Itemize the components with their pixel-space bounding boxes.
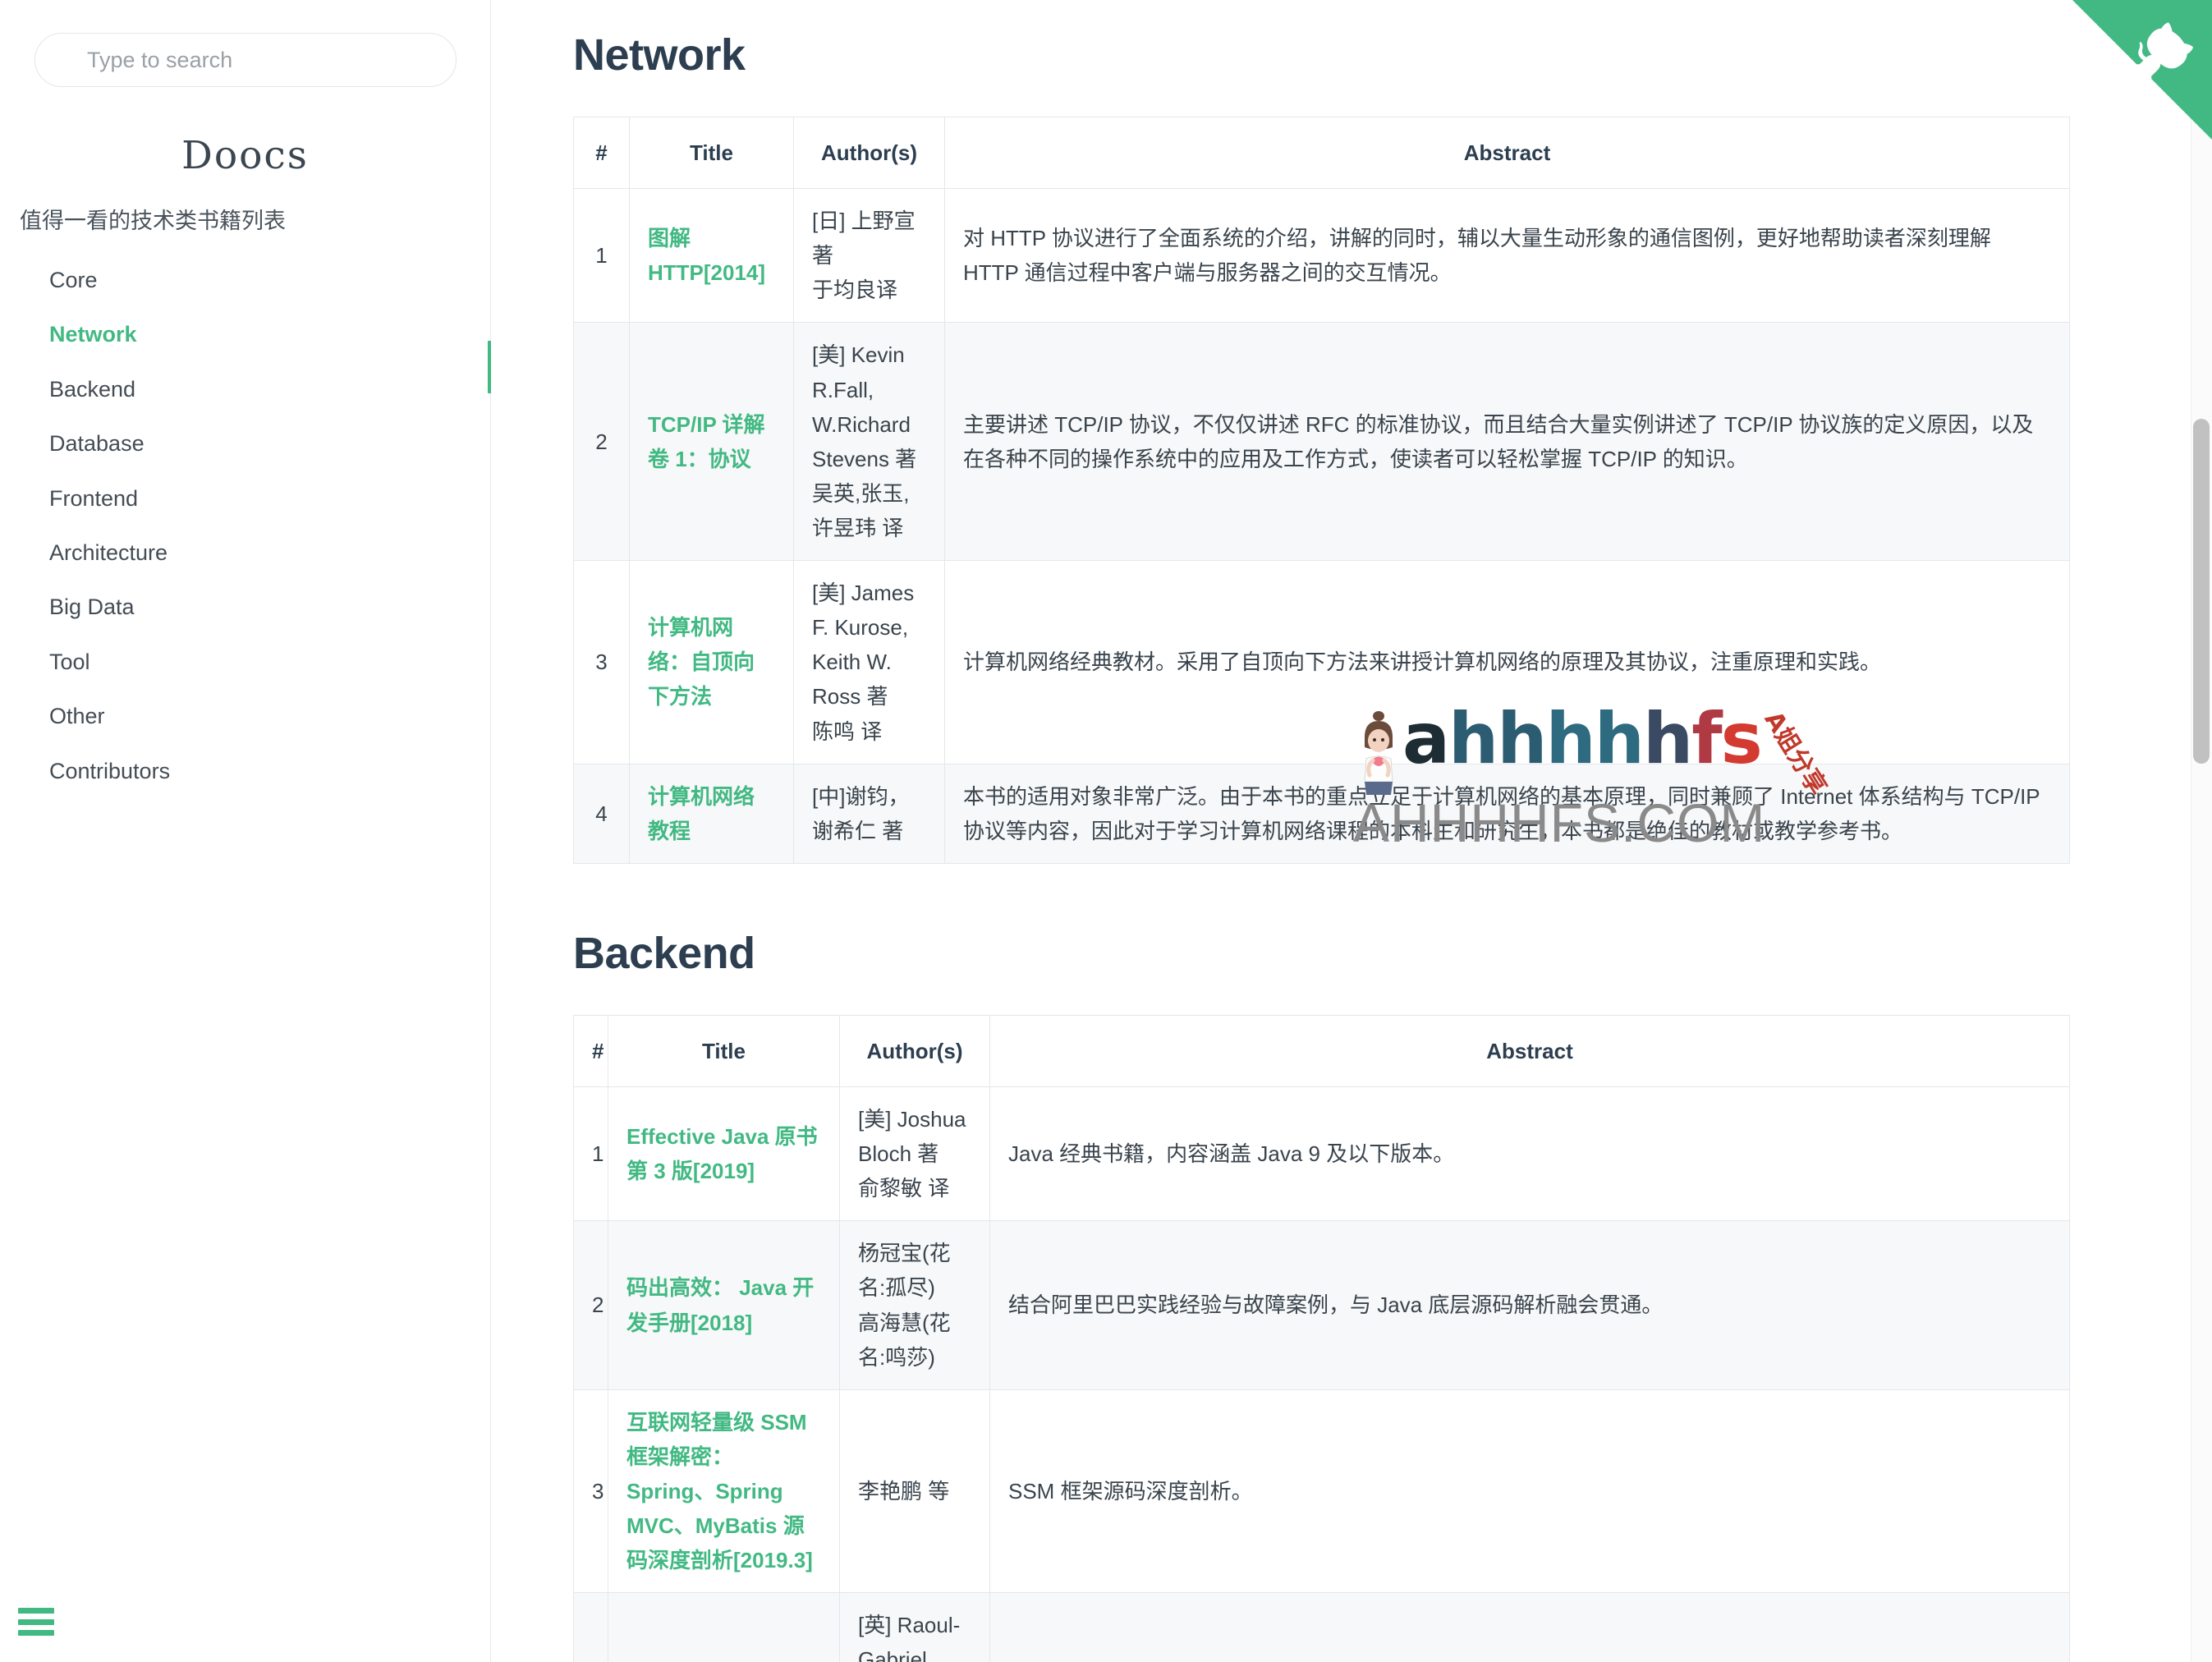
row-number: 1: [574, 189, 630, 323]
table-row: 4 Java 8 In Action 中文版[2016] [英] Raoul-G…: [574, 1593, 2070, 1662]
hamburger-bar-2: [18, 1619, 54, 1625]
table-header-row: # Title Author(s) Abstract: [574, 117, 2070, 189]
hamburger-bar-1: [18, 1608, 54, 1614]
github-corner-link[interactable]: [2072, 0, 2212, 140]
col-header-abstract: Abstract: [945, 117, 2070, 189]
row-title[interactable]: 图解 HTTP[2014]: [630, 189, 794, 323]
book-link[interactable]: Effective Java 原书第 3 版[2019]: [626, 1124, 818, 1183]
vertical-scrollbar-thumb[interactable]: [2193, 419, 2210, 764]
sidebar-item-backend[interactable]: Backend: [0, 362, 490, 416]
book-link[interactable]: 码出高效： Java 开发手册[2018]: [626, 1275, 814, 1334]
table-row: 4 计算机网络教程 [中]谢钧，谢希仁 著 本书的适用对象非常广泛。由于本书的重…: [574, 764, 2070, 863]
row-abstract: 全面介绍 Java8 这个里程碑版本的新特性，包括 Lambdas、流和函数式编…: [990, 1593, 2070, 1662]
sidebar: Doocs 值得一看的技术类书籍列表 Core Network Backend …: [0, 0, 491, 1662]
row-authors: [美] Joshua Bloch 著 俞黎敏 译: [840, 1086, 990, 1220]
row-number: 2: [574, 1221, 608, 1389]
row-number: 4: [574, 1593, 608, 1662]
col-header-authors: Author(s): [794, 117, 945, 189]
sidebar-item-big-data[interactable]: Big Data: [0, 580, 490, 634]
row-authors: [英] Raoul-Gabriel Urma, [意] Mario Fusco,…: [840, 1593, 990, 1662]
sidebar-item-database[interactable]: Database: [0, 416, 490, 471]
col-header-abstract: Abstract: [990, 1015, 2070, 1086]
book-link[interactable]: TCP/IP 详解 卷 1：协议: [648, 412, 765, 471]
book-link[interactable]: 计算机网络：自顶向下方法: [648, 615, 755, 709]
table-row: 3 计算机网络：自顶向下方法 [美] James F. Kurose, Keit…: [574, 561, 2070, 764]
book-link[interactable]: 互联网轻量级 SSM 框架解密：Spring、Spring MVC、MyBati…: [626, 1410, 813, 1572]
table-row: 3 互联网轻量级 SSM 框架解密：Spring、Spring MVC、MyBa…: [574, 1389, 2070, 1593]
sidebar-item-other[interactable]: Other: [0, 689, 490, 743]
row-title[interactable]: Java 8 In Action 中文版[2016]: [608, 1593, 840, 1662]
backend-books-table: # Title Author(s) Abstract 1 Effective J…: [573, 1015, 2070, 1662]
row-abstract: 结合阿里巴巴实践经验与故障案例，与 Java 底层源码解析融会贯通。: [990, 1221, 2070, 1389]
main-content: Network # Title Author(s) Abstract 1 图解 …: [491, 0, 2212, 1662]
row-title[interactable]: Effective Java 原书第 3 版[2019]: [608, 1086, 840, 1220]
network-books-table: # Title Author(s) Abstract 1 图解 HTTP[201…: [573, 117, 2070, 864]
sidebar-item-architecture[interactable]: Architecture: [0, 526, 490, 580]
vertical-scrollbar-track[interactable]: [2191, 0, 2212, 1662]
row-title[interactable]: 码出高效： Java 开发手册[2018]: [608, 1221, 840, 1389]
col-header-number: #: [574, 1015, 608, 1086]
sidebar-item-network[interactable]: Network: [0, 307, 490, 361]
row-number: 2: [574, 323, 630, 561]
github-octocat-icon: [2072, 0, 2212, 140]
col-header-title: Title: [608, 1015, 840, 1086]
row-title[interactable]: 互联网轻量级 SSM 框架解密：Spring、Spring MVC、MyBati…: [608, 1389, 840, 1593]
row-abstract: 对 HTTP 协议进行了全面系统的介绍，讲解的同时，辅以大量生动形象的通信图例，…: [945, 189, 2070, 323]
search-input[interactable]: [34, 33, 457, 87]
site-brand-title: Doocs: [0, 133, 490, 178]
row-abstract: 本书的适用对象非常广泛。由于本书的重点立足于计算机网络的基本原理，同时兼顾了 I…: [945, 764, 2070, 863]
page-root: Doocs 值得一看的技术类书籍列表 Core Network Backend …: [0, 0, 2212, 1662]
col-header-authors: Author(s): [840, 1015, 990, 1086]
row-title[interactable]: 计算机网络：自顶向下方法: [630, 561, 794, 764]
table-row: 1 Effective Java 原书第 3 版[2019] [美] Joshu…: [574, 1086, 2070, 1220]
sidebar-item-tool[interactable]: Tool: [0, 635, 490, 689]
sidebar-nav: Core Network Backend Database Frontend A…: [0, 253, 490, 798]
row-abstract: 主要讲述 TCP/IP 协议，不仅仅讲述 RFC 的标准协议，而且结合大量实例讲…: [945, 323, 2070, 561]
hamburger-bar-3: [18, 1630, 54, 1636]
row-number: 4: [574, 764, 630, 863]
row-authors: 杨冠宝(花名:孤尽) 高海慧(花名:鸣莎): [840, 1221, 990, 1389]
sidebar-item-contributors[interactable]: Contributors: [0, 744, 490, 798]
row-title[interactable]: 计算机网络教程: [630, 764, 794, 863]
content-inner: Network # Title Author(s) Abstract 1 图解 …: [491, 0, 2212, 1662]
table-row: 1 图解 HTTP[2014] [日] 上野宣 著 于均良译 对 HTTP 协议…: [574, 189, 2070, 323]
section-heading-backend: Backend: [573, 928, 2064, 979]
row-authors: [日] 上野宣 著 于均良译: [794, 189, 945, 323]
col-header-number: #: [574, 117, 630, 189]
row-authors: [美] Kevin R.Fall, W.Richard Stevens 著 吴英…: [794, 323, 945, 561]
row-abstract: Java 经典书籍，内容涵盖 Java 9 及以下版本。: [990, 1086, 2070, 1220]
row-number: 1: [574, 1086, 608, 1220]
hamburger-menu-icon[interactable]: [18, 1608, 54, 1636]
row-abstract: 计算机网络经典教材。采用了自顶向下方法来讲授计算机网络的原理及其协议，注重原理和…: [945, 561, 2070, 764]
row-number: 3: [574, 1389, 608, 1593]
row-authors: [中]谢钧，谢希仁 著: [794, 764, 945, 863]
site-subtitle: 值得一看的技术类书籍列表: [0, 203, 490, 235]
col-header-title: Title: [630, 117, 794, 189]
sidebar-item-frontend[interactable]: Frontend: [0, 471, 490, 526]
row-authors: [美] James F. Kurose, Keith W. Ross 著 陈鸣 …: [794, 561, 945, 764]
search-container: [0, 0, 490, 87]
table-row: 2 TCP/IP 详解 卷 1：协议 [美] Kevin R.Fall, W.R…: [574, 323, 2070, 561]
row-number: 3: [574, 561, 630, 764]
row-title[interactable]: TCP/IP 详解 卷 1：协议: [630, 323, 794, 561]
section-heading-network: Network: [573, 30, 2064, 80]
book-link[interactable]: 计算机网络教程: [648, 784, 755, 843]
table-header-row: # Title Author(s) Abstract: [574, 1015, 2070, 1086]
book-link[interactable]: 图解 HTTP[2014]: [648, 226, 765, 285]
row-authors: 李艳鹏 等: [840, 1389, 990, 1593]
table-row: 2 码出高效： Java 开发手册[2018] 杨冠宝(花名:孤尽) 高海慧(花…: [574, 1221, 2070, 1389]
sidebar-item-core[interactable]: Core: [0, 253, 490, 307]
row-abstract: SSM 框架源码深度剖析。: [990, 1389, 2070, 1593]
